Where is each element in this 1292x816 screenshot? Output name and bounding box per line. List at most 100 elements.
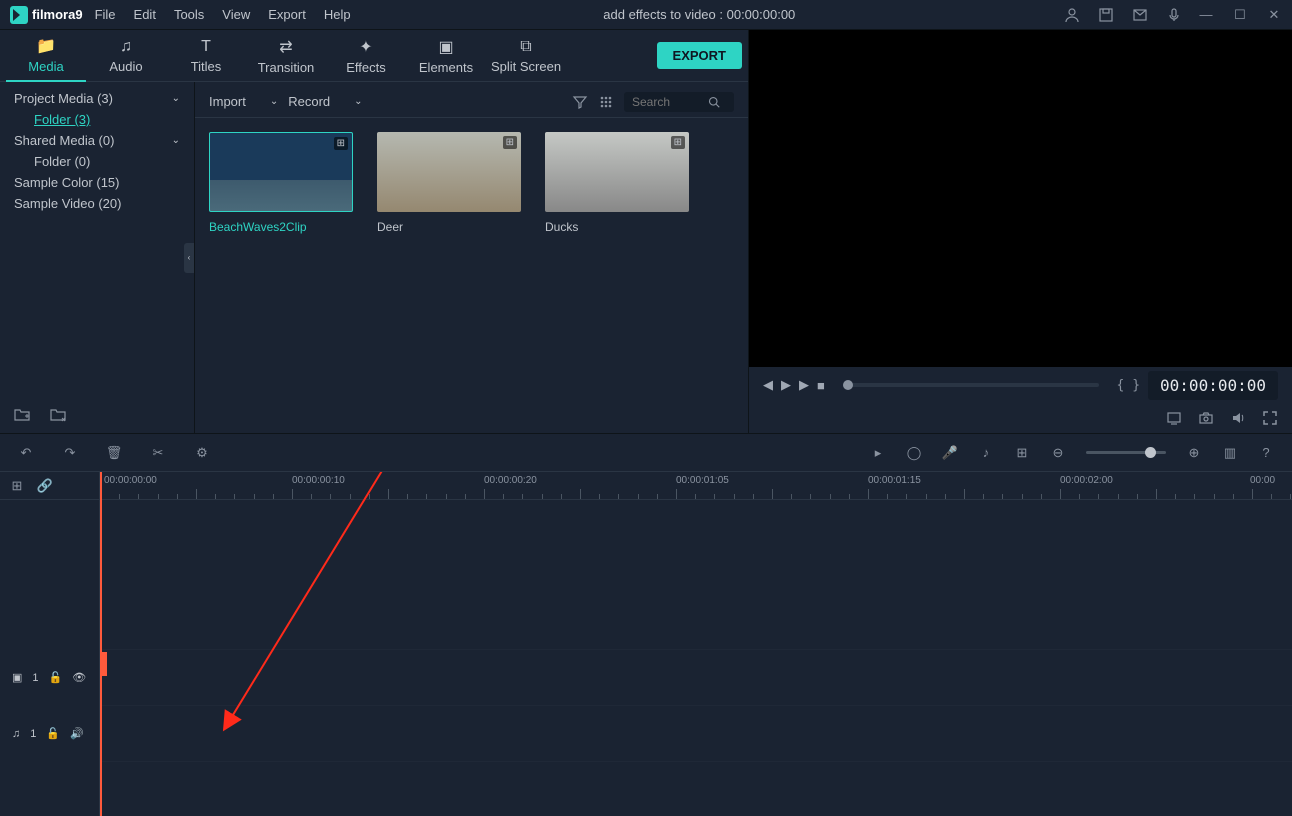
fullscreen-icon[interactable] xyxy=(1262,410,1278,426)
render-preview-icon[interactable]: ▸ xyxy=(870,445,886,461)
mute-icon[interactable]: 🔊 xyxy=(70,727,84,740)
sidebar-item-project-media[interactable]: Project Media (3)⌄ xyxy=(0,88,194,109)
search-box[interactable] xyxy=(624,92,734,112)
adjust-icon[interactable]: ⚙ xyxy=(194,445,210,461)
video-track-lane[interactable] xyxy=(100,650,1292,706)
split-view-icon[interactable]: ⊞ xyxy=(1014,445,1030,461)
tab-transition[interactable]: ⇄Transition xyxy=(246,30,326,82)
video-track-icon: ▣ xyxy=(12,671,22,684)
timeline-view-icon[interactable]: ▥ xyxy=(1222,445,1238,461)
tab-titles[interactable]: TTitles xyxy=(166,30,246,82)
search-input[interactable] xyxy=(632,95,702,109)
tab-label: Titles xyxy=(191,59,222,74)
media-name: BeachWaves2Clip xyxy=(209,220,353,234)
media-item-ducks[interactable]: ⊞ Ducks xyxy=(545,132,689,234)
redo-icon[interactable]: ↷ xyxy=(62,445,78,461)
menu-view[interactable]: View xyxy=(222,7,250,22)
volume-icon[interactable] xyxy=(1230,410,1246,426)
window-controls-extra xyxy=(1064,7,1182,23)
menu-tools[interactable]: Tools xyxy=(174,7,204,22)
sidebar-item-shared-media[interactable]: Shared Media (0) ⌄ xyxy=(0,130,194,151)
tab-splitscreen[interactable]: ⧉Split Screen xyxy=(486,30,566,82)
zoom-in-icon[interactable]: ⊕ xyxy=(1186,445,1202,461)
media-name: Ducks xyxy=(545,220,689,234)
voiceover-icon[interactable]: 🎤 xyxy=(942,445,958,461)
cut-icon[interactable]: ✂ xyxy=(150,445,166,461)
film-icon: ⊞ xyxy=(334,137,348,150)
menu-file[interactable]: File xyxy=(95,7,116,22)
timeline-panel: ↶ ↷ 🗑 ✂ ⚙ ▸ ◯ 🎤 ♪ ⊞ ⊖ ⊕ ▥ ? ⊞ 🔗 ▣ 1 xyxy=(0,433,1292,816)
mic-icon[interactable] xyxy=(1166,7,1182,23)
audio-mixer-icon[interactable]: ♪ xyxy=(978,445,994,461)
preview-screen[interactable] xyxy=(749,30,1292,367)
add-folder-icon[interactable] xyxy=(14,407,30,423)
playhead-marker[interactable] xyxy=(100,652,107,676)
message-icon[interactable] xyxy=(1132,7,1148,23)
tab-audio[interactable]: ♫Audio xyxy=(86,30,166,82)
preview-scrubber[interactable] xyxy=(843,383,1099,387)
import-label: Import xyxy=(209,94,246,109)
minimize-button[interactable]: — xyxy=(1198,7,1214,23)
chevron-down-icon: ⌄ xyxy=(172,135,180,146)
import-dropdown[interactable]: Import ⌄ xyxy=(209,94,278,109)
close-button[interactable]: ✕ xyxy=(1266,7,1282,23)
grid-view-icon[interactable] xyxy=(598,94,614,110)
tab-effects[interactable]: ✦Effects xyxy=(326,30,406,82)
audio-track-lane[interactable] xyxy=(100,706,1292,762)
tab-elements[interactable]: ▣Elements xyxy=(406,30,486,82)
delete-icon[interactable]: 🗑 xyxy=(106,445,122,461)
quality-icon[interactable] xyxy=(1166,410,1182,426)
media-toolbar: Import ⌄ Record⌄ xyxy=(195,86,748,118)
visibility-icon[interactable]: 👁 xyxy=(72,671,86,684)
timeline-tracks[interactable]: 00:00:00:00 00:00:00:10 00:00:00:20 00:0… xyxy=(100,472,1292,816)
sidebar-label: Shared Media (0) xyxy=(14,133,114,148)
sidebar-item-folder-3[interactable]: Folder (3) xyxy=(0,109,194,130)
zoom-slider[interactable] xyxy=(1086,451,1166,454)
ruler-label: 00:00:00:10 xyxy=(292,475,345,486)
sidebar-item-sample-color[interactable]: Sample Color (15) xyxy=(0,172,194,193)
media-item-deer[interactable]: ⊞ Deer xyxy=(377,132,521,234)
tab-media[interactable]: 📁Media xyxy=(6,30,86,82)
prev-button[interactable]: ◀ xyxy=(763,377,773,393)
app-logo: filmora9 xyxy=(10,6,83,24)
playhead[interactable] xyxy=(100,472,102,816)
play-button[interactable]: ▶ xyxy=(799,377,809,393)
menu-export[interactable]: Export xyxy=(268,7,306,22)
help-icon[interactable]: ? xyxy=(1258,445,1274,461)
track-lane-spacer[interactable] xyxy=(100,500,1292,650)
menu-help[interactable]: Help xyxy=(324,7,351,22)
preview-controls-secondary xyxy=(749,403,1292,433)
media-item-beachwaves[interactable]: ⊞ BeachWaves2Clip xyxy=(209,132,353,234)
save-icon[interactable] xyxy=(1098,7,1114,23)
lock-icon[interactable]: 🔓 xyxy=(49,671,63,684)
ruler-label: 00:00:02:00 xyxy=(1060,475,1113,486)
step-back-button[interactable]: ▶ xyxy=(781,377,791,393)
chevron-down-icon: ⌄ xyxy=(270,96,278,107)
video-track-header[interactable]: ▣ 1 🔓 👁 xyxy=(0,650,99,706)
user-icon[interactable] xyxy=(1064,7,1080,23)
record-dropdown[interactable]: Record⌄ xyxy=(288,94,362,109)
export-button[interactable]: EXPORT xyxy=(657,42,742,69)
maximize-button[interactable]: ☐ xyxy=(1232,7,1248,23)
lock-icon[interactable]: 🔓 xyxy=(46,727,60,740)
stop-button[interactable]: ■ xyxy=(817,378,825,393)
timeline-ruler[interactable]: 00:00:00:00 00:00:00:10 00:00:00:20 00:0… xyxy=(100,472,1292,500)
sidebar-item-folder-0[interactable]: Folder (0) xyxy=(0,151,194,172)
window-title: add effects to video : 00:00:00:00 xyxy=(351,7,1048,22)
undo-icon[interactable]: ↶ xyxy=(18,445,34,461)
collapse-handle[interactable]: ‹ xyxy=(184,243,194,273)
zoom-out-icon[interactable]: ⊖ xyxy=(1050,445,1066,461)
tab-label: Split Screen xyxy=(491,59,561,74)
menu-edit[interactable]: Edit xyxy=(134,7,156,22)
sidebar-item-sample-video[interactable]: Sample Video (20) xyxy=(0,193,194,214)
snapshot-icon[interactable] xyxy=(1198,410,1214,426)
filter-icon[interactable] xyxy=(572,94,588,110)
window-controls: — ☐ ✕ xyxy=(1198,7,1282,23)
audio-track-header[interactable]: ♫ 1 🔓 🔊 xyxy=(0,706,99,762)
timecode: 00:00:00:00 xyxy=(1148,371,1278,400)
shield-icon[interactable]: ◯ xyxy=(906,445,922,461)
delete-folder-icon[interactable] xyxy=(50,407,66,423)
link-icon[interactable]: 🔗 xyxy=(38,479,52,493)
media-grid: ⊞ BeachWaves2Clip ⊞ Deer ⊞ Ducks xyxy=(195,118,748,433)
add-track-icon[interactable]: ⊞ xyxy=(10,479,24,493)
